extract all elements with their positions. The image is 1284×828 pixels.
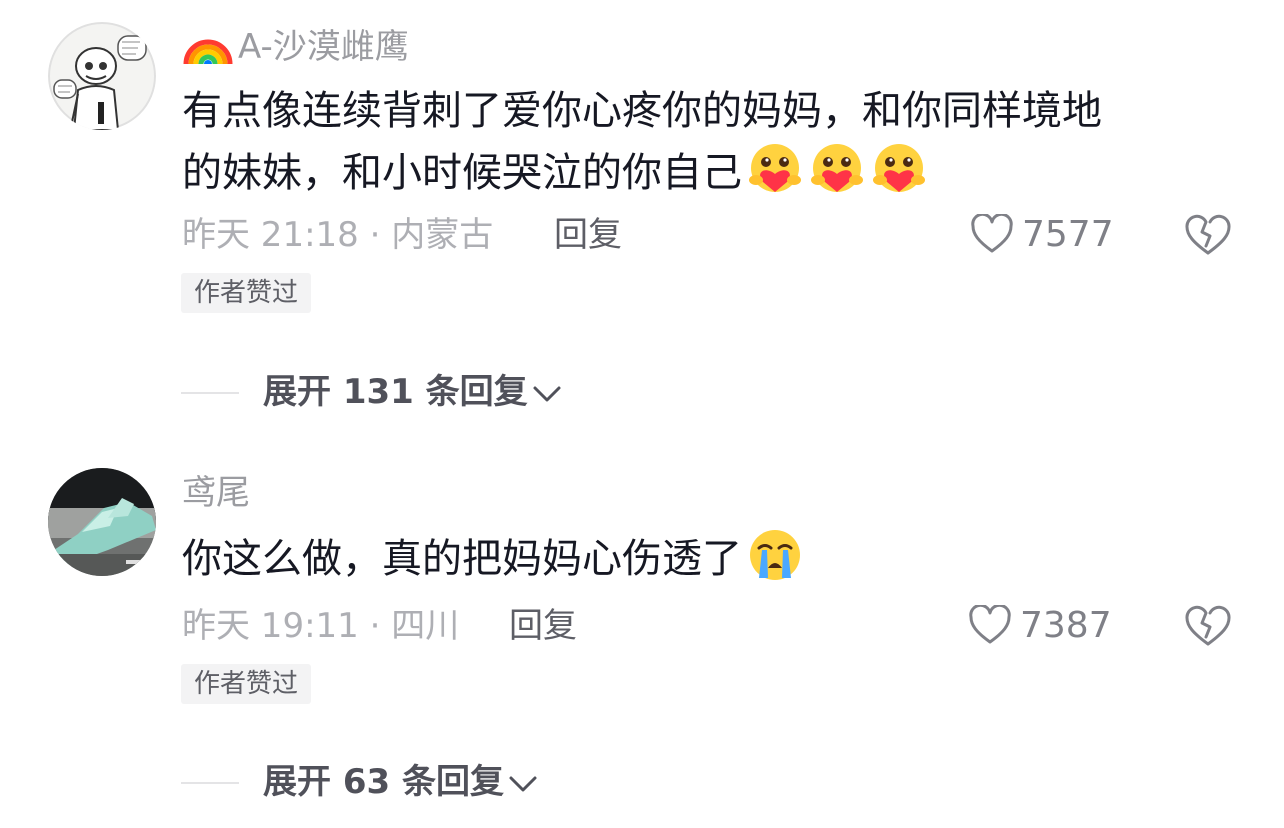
chevron-down-icon [509, 776, 537, 792]
broken-heart-icon [1185, 605, 1231, 646]
like-count: 7577 [1022, 214, 1114, 255]
expand-replies-button[interactable]: 展开 63 条回复 [263, 759, 538, 805]
divider-line [181, 782, 239, 784]
reply-button[interactable]: 回复 [554, 212, 622, 258]
author-liked-badge: 作者赞过 [181, 273, 312, 313]
comment-text-line: 有点像连续背刺了爱你心疼你的妈妈，和你同样境地 [182, 88, 1102, 134]
crying-emoji [746, 528, 804, 600]
avatar[interactable] [48, 468, 156, 576]
divider-line [181, 392, 239, 394]
like-count: 7387 [1020, 605, 1112, 646]
username-text: A-沙漠雌鹰 [238, 27, 409, 67]
like-button[interactable]: 7577 [970, 212, 1114, 258]
hug-heart-emoji [870, 142, 928, 214]
heart-icon [969, 605, 1011, 644]
avatar[interactable] [48, 22, 156, 130]
username[interactable]: A-沙漠雌鹰 [182, 24, 409, 76]
comment-text-line: 你这么做，真的把妈妈心伤透了 [182, 528, 1242, 600]
hug-heart-emoji [746, 142, 804, 214]
comment-text-line: 的妹妹，和小时候哭泣的你自己 [182, 142, 1242, 214]
hug-heart-emoji [808, 142, 866, 214]
expand-replies-label: 展开 131 条回复 [263, 372, 528, 412]
comment-text-segment: 你这么做，真的把妈妈心伤透了 [182, 536, 742, 582]
comment-text: 有点像连续背刺了爱你心疼你的妈妈，和你同样境地 的妹妹，和小时候哭泣的你自己 [182, 80, 1242, 214]
expand-replies-label: 展开 63 条回复 [263, 762, 504, 802]
dislike-button[interactable] [1184, 605, 1232, 651]
author-liked-badge: 作者赞过 [181, 664, 312, 704]
broken-heart-icon [1185, 214, 1231, 255]
username[interactable]: 鸢尾 [182, 470, 250, 516]
comment-time-location: 昨天 19:11 · 四川 [182, 606, 460, 646]
like-button[interactable]: 7387 [968, 603, 1112, 649]
dislike-button[interactable] [1184, 214, 1232, 260]
reply-button[interactable]: 回复 [509, 603, 577, 649]
comment-text-segment: 的妹妹，和小时候哭泣的你自己 [182, 150, 742, 196]
chevron-down-icon [533, 386, 561, 402]
heart-icon [971, 214, 1013, 253]
comment-time-location: 昨天 21:18 · 内蒙古 [182, 215, 494, 255]
expand-replies-button[interactable]: 展开 131 条回复 [263, 369, 562, 415]
rainbow-icon [182, 24, 234, 76]
comment-text: 你这么做，真的把妈妈心伤透了 [182, 528, 1242, 600]
